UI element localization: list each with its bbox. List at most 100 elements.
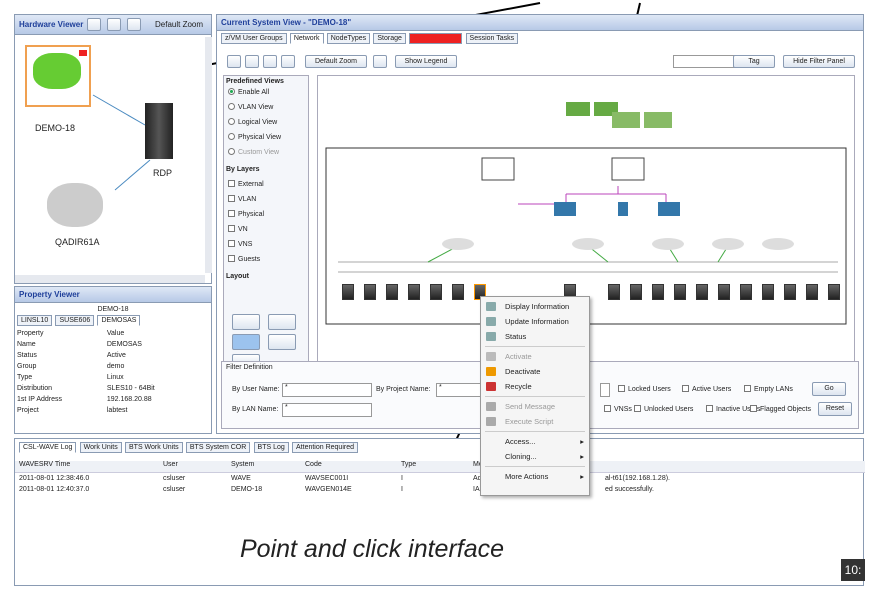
cloud-icon[interactable] [47,183,103,227]
layout-icon[interactable] [281,55,295,68]
view-options-panel: Predefined Views Enable All VLAN View Lo… [223,75,309,367]
server-node[interactable] [806,284,818,300]
menu-separator [485,431,585,432]
tab-zvm-user-groups[interactable]: z/VM User Groups [221,33,287,44]
system-view-title: Current System View - "DEMO-18" [217,15,863,31]
server-node[interactable] [828,284,840,300]
server-node[interactable] [784,284,796,300]
server-node[interactable] [718,284,730,300]
tab-session-tasks[interactable]: Session Tasks [465,33,519,44]
checkbox-vnss[interactable]: VNSs [604,404,632,415]
project-name-label: By Project Name: [376,386,431,393]
menu-item-update-information[interactable]: Update Information [481,314,589,329]
tab-system-status[interactable]: System Status [409,33,463,44]
menu-item-display-information[interactable]: Display Information [481,299,589,314]
checkbox-vns[interactable]: VNS [224,239,308,250]
tab-bts-work-units[interactable]: BTS Work Units [125,442,183,453]
radio-logical-view[interactable]: Logical View [224,117,308,128]
menu-item-status[interactable]: Status [481,329,589,344]
search-icon[interactable] [373,55,387,68]
checkbox-flagged-objects[interactable]: Flagged Objects [750,404,811,415]
predefined-title: Predefined Views [226,78,284,85]
checkbox-external[interactable]: External [224,179,308,190]
radio-vlan-view[interactable]: VLAN View [224,102,308,113]
show-legend-button[interactable]: Show Legend [395,55,457,68]
project-name-input[interactable]: * [436,383,484,397]
reset-button[interactable]: Reset [818,402,852,416]
vertical-scrollbar[interactable] [205,37,212,273]
zoom-out-icon[interactable] [263,55,277,68]
toolbar: Default Zoom Show Legend Tag Hide Filter… [223,53,859,71]
deactivate-icon [486,367,496,376]
menu-item-activate[interactable]: Activate [481,349,589,364]
layout-option-button[interactable] [268,334,296,350]
server-node[interactable] [608,284,620,300]
table-row[interactable]: 2011-08-01 12:38:46.0 csluser WAVE WAVSE… [15,475,865,486]
script-icon [486,417,496,426]
column-header: WAVESRV Time [19,461,71,468]
tab-work-units[interactable]: Work Units [79,442,122,453]
server-node[interactable] [674,284,686,300]
server-node[interactable] [342,284,354,300]
property-table: Property Value Name DEMOSAS Status Active G… [15,328,200,416]
menu-item-send-message[interactable]: Send Message [481,399,589,414]
server-node[interactable] [630,284,642,300]
checkbox-vn[interactable]: VN [224,224,308,235]
radio-custom-view[interactable]: Custom View [224,147,308,158]
menu-item-recycle[interactable]: Recycle [481,379,589,394]
tab-attention-required[interactable]: Attention Required [292,442,358,453]
hide-filter-button[interactable]: Hide Filter Panel [783,55,855,68]
menu-item-more-actions[interactable]: More Actions ▸ [481,469,589,484]
tab-demosas[interactable]: DEMOSAS [97,315,141,326]
server-node[interactable] [386,284,398,300]
tab-linsl10[interactable]: LINSL10 [17,315,53,326]
server-node[interactable] [408,284,420,300]
property-viewer-panel: Property Viewer DEMO-18 LINSL10 SUSE606 … [14,286,212,434]
user-name-label: By User Name: [232,386,280,393]
tab-bts-log[interactable]: BTS Log [253,442,289,453]
tab-suse606[interactable]: SUSE606 [55,315,95,326]
user-name-input[interactable]: * [282,383,372,397]
select-icon[interactable] [227,55,241,68]
connection-lines [92,94,151,191]
tab-nodetypes[interactable]: NodeTypes [326,33,371,44]
server-node[interactable] [452,284,464,300]
server-node[interactable] [364,284,376,300]
property-viewer-title: Property Viewer [15,287,211,303]
checkbox-empty-lans[interactable]: Empty LANs [744,384,793,395]
menu-item-access[interactable]: Access... ▸ [481,434,589,449]
table-row: Status Active [17,352,126,359]
server-node[interactable] [696,284,708,300]
checkbox-locked-users[interactable]: Locked Users [618,384,671,395]
checkbox-vlan[interactable]: VLAN [224,194,308,205]
horizontal-scrollbar[interactable] [15,275,205,283]
layout-option-button[interactable] [268,314,296,330]
property-header: DEMO-18 [97,306,129,313]
radio-enable-all[interactable]: Enable All [224,87,308,98]
go-button[interactable]: Go [812,382,846,396]
checkbox-physical[interactable]: Physical [224,209,308,220]
radio-physical-view[interactable]: Physical View [224,132,308,143]
default-zoom-button[interactable]: Default Zoom [305,55,367,68]
filter-input[interactable] [600,383,610,397]
tab-storage[interactable]: Storage [373,33,406,44]
tab-network[interactable]: Network [289,33,324,44]
tag-button[interactable]: Tag [733,55,775,68]
menu-item-cloning[interactable]: Cloning... ▸ [481,449,589,464]
zoom-in-icon[interactable] [245,55,259,68]
lan-name-input[interactable]: * [282,403,372,417]
tab-csl-wave-log[interactable]: CSL-WAVE Log [19,442,77,453]
checkbox-active-users[interactable]: Active Users [682,384,731,395]
checkbox-unlocked-users[interactable]: Unlocked Users [634,404,693,415]
menu-item-deactivate[interactable]: Deactivate [481,364,589,379]
server-node[interactable] [430,284,442,300]
server-node[interactable] [762,284,774,300]
checkbox-guests[interactable]: Guests [224,254,308,265]
layout-option-button[interactable] [232,334,260,350]
server-node[interactable] [740,284,752,300]
tab-bts-system-cor[interactable]: BTS System COR [185,442,251,453]
menu-item-execute-script[interactable]: Execute Script [481,414,589,429]
table-row[interactable]: 2011-08-01 12:40:37.0 csluser DEMO-18 WA… [15,486,865,497]
server-node[interactable] [652,284,664,300]
layout-option-button[interactable] [232,314,260,330]
